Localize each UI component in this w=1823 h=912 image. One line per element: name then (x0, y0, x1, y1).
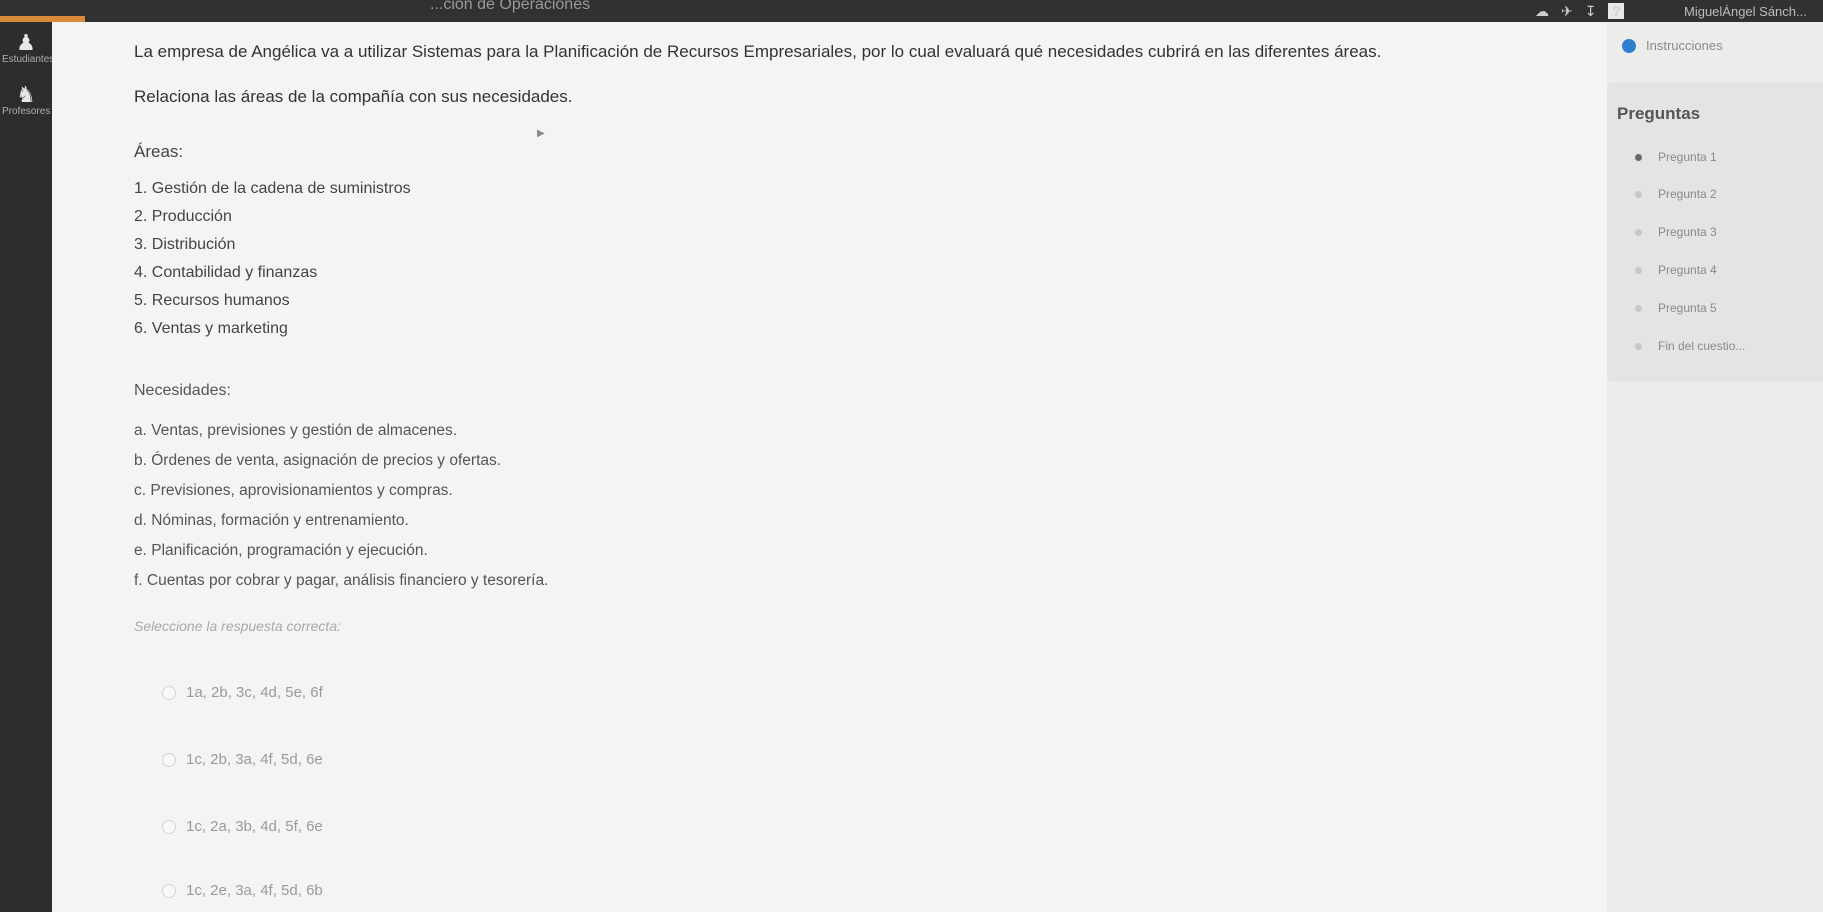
instructions-link[interactable]: Instrucciones (1622, 38, 1723, 53)
bullet-icon (1635, 342, 1642, 350)
question-nav-item-5[interactable]: Pregunta 5 (1635, 301, 1717, 315)
person-icon: ♟ (16, 30, 36, 55)
bullet-icon (1635, 190, 1642, 198)
list-item: 6. Ventas y marketing (134, 320, 288, 337)
left-sidebar: ♟ Estudiantes ♞ Profesores (0, 22, 55, 912)
option-label: 1c, 2e, 3a, 4f, 5d, 6b (186, 882, 323, 899)
list-item: c. Previsiones, aprovisionamientos y com… (134, 482, 453, 499)
question-nav-item-2[interactable]: Pregunta 2 (1635, 187, 1717, 201)
bullet-icon (1635, 304, 1642, 312)
radio-button[interactable] (162, 685, 176, 700)
question-nav-item-end[interactable]: Fin del cuestio... (1635, 339, 1745, 353)
question-nav-label: Pregunta 2 (1658, 187, 1717, 201)
radio-button[interactable] (162, 819, 176, 834)
list-item: 3. Distribución (134, 236, 236, 253)
mouse-cursor-icon: ▶ (537, 128, 545, 139)
list-item: 1. Gestión de la cadena de suministros (134, 180, 411, 197)
bullet-icon (1635, 228, 1642, 236)
question-nav-item-4[interactable]: Pregunta 4 (1635, 263, 1717, 277)
info-icon (1622, 38, 1636, 53)
list-item: b. Órdenes de venta, asignación de preci… (134, 452, 502, 469)
list-item: a. Ventas, previsiones y gestión de alma… (134, 422, 458, 439)
teacher-icon: ♞ (16, 82, 36, 107)
needs-list: a. Ventas, previsiones y gestión de alma… (134, 416, 548, 596)
list-item: 4. Contabilidad y finanzas (134, 264, 318, 281)
question-nav-label: Pregunta 3 (1658, 225, 1717, 239)
option-label: 1a, 2b, 3c, 4d, 5e, 6f (186, 684, 323, 701)
accessibility-icon[interactable]: ✈ (1561, 3, 1573, 19)
question-content: La empresa de Angélica va a utilizar Sis… (52, 22, 1607, 912)
list-item: f. Cuentas por cobrar y pagar, análisis … (134, 572, 549, 589)
answer-option-1[interactable]: 1a, 2b, 3c, 4d, 5e, 6f (162, 684, 323, 701)
top-bar: ...ción de Operaciones ☁ ✈ ↧ ? MiguelÁng… (0, 0, 1823, 22)
list-item: 5. Recursos humanos (134, 292, 290, 309)
answer-prompt: Seleccione la respuesta correcta: (134, 618, 341, 634)
sidebar-item-label: Estudiantes (2, 54, 55, 65)
sidebar-item-students[interactable]: ♟ Estudiantes (0, 30, 55, 66)
right-panel: Instrucciones Preguntas Pregunta 1 Pregu… (1607, 22, 1823, 912)
question-nav-label: Pregunta 4 (1658, 263, 1717, 277)
questions-nav: Preguntas Pregunta 1 Pregunta 2 Pregunta… (1607, 82, 1823, 382)
toolbar-icons: ☁ ✈ ↧ ? (1535, 3, 1625, 19)
bullet-icon (1635, 266, 1642, 274)
current-question-bullet-icon (1635, 153, 1642, 161)
areas-list: 1. Gestión de la cadena de suministros 2… (134, 175, 411, 343)
help-icon[interactable]: ? (1608, 3, 1625, 19)
question-intro: La empresa de Angélica va a utilizar Sis… (134, 42, 1382, 61)
download-icon[interactable]: ↧ (1585, 3, 1597, 19)
question-instruction: Relaciona las áreas de la compañía con s… (134, 87, 573, 106)
radio-button[interactable] (162, 752, 176, 767)
areas-title: Áreas: (134, 142, 184, 161)
answer-option-4[interactable]: 1c, 2e, 3a, 4f, 5d, 6b (162, 882, 323, 899)
question-nav-item-1[interactable]: Pregunta 1 (1635, 150, 1717, 164)
questions-title: Preguntas (1617, 104, 1701, 123)
question-nav-label: Pregunta 1 (1658, 150, 1717, 164)
question-nav-label: Fin del cuestio... (1658, 339, 1746, 353)
needs-title: Necesidades: (134, 382, 231, 399)
sidebar-item-label: Profesores (2, 106, 51, 117)
option-label: 1c, 2a, 3b, 4d, 5f, 6e (186, 818, 323, 835)
option-label: 1c, 2b, 3a, 4f, 5d, 6e (186, 751, 323, 768)
course-title: ...ción de Operaciones (430, 0, 591, 13)
comment-icon[interactable]: ☁ (1535, 3, 1549, 19)
list-item: e. Planificación, programación y ejecuci… (134, 542, 428, 559)
list-item: 2. Producción (134, 208, 232, 225)
list-item: d. Nóminas, formación y entrenamiento. (134, 512, 409, 529)
answer-option-3[interactable]: 1c, 2a, 3b, 4d, 5f, 6e (162, 818, 323, 835)
question-nav-item-3[interactable]: Pregunta 3 (1635, 225, 1717, 239)
instructions-label: Instrucciones (1646, 38, 1723, 53)
question-nav-label: Pregunta 5 (1658, 301, 1717, 315)
sidebar-item-teachers[interactable]: ♞ Profesores (0, 82, 52, 118)
radio-button[interactable] (162, 883, 176, 898)
answer-option-2[interactable]: 1c, 2b, 3a, 4f, 5d, 6e (162, 751, 323, 768)
user-name[interactable]: MiguelÁngel Sánch... (1684, 4, 1807, 19)
